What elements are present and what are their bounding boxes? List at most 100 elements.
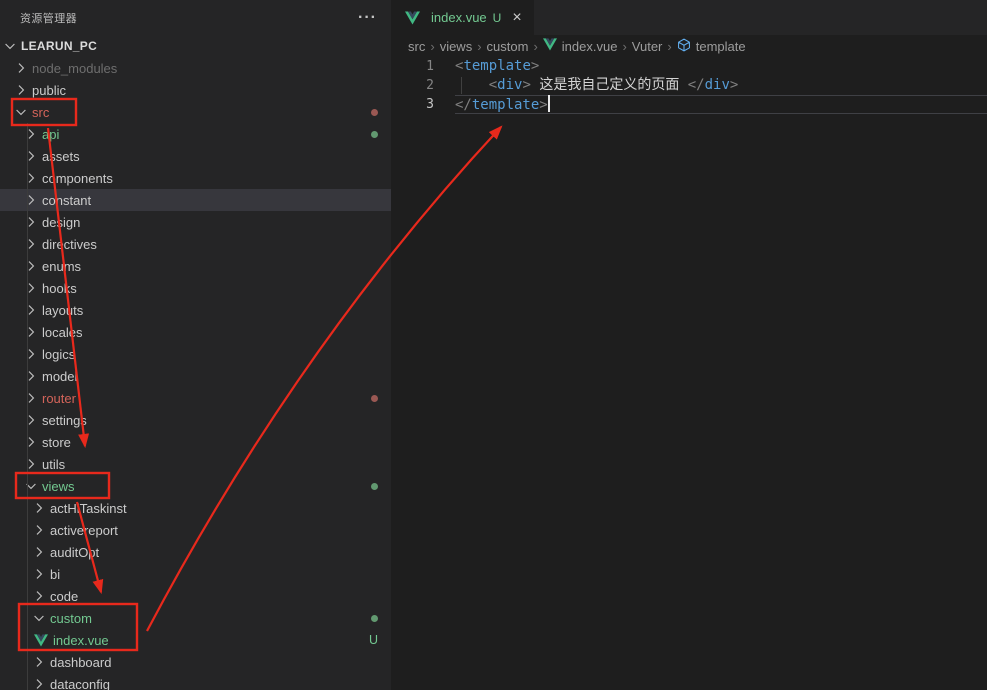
tree-item-label: layouts bbox=[42, 303, 83, 318]
git-status-dot bbox=[371, 395, 378, 402]
tab-filename: index.vue bbox=[431, 10, 487, 25]
git-decoration bbox=[371, 395, 378, 402]
tree-item-settings[interactable]: settings bbox=[0, 409, 391, 431]
tree-item-dataconfig[interactable]: dataconfig bbox=[0, 673, 391, 690]
explorer-header: 资源管理器 ··· bbox=[0, 0, 391, 35]
tree-item-enums[interactable]: enums bbox=[0, 255, 391, 277]
tree-item-dashboard[interactable]: dashboard bbox=[0, 651, 391, 673]
tree-item-label: src bbox=[32, 105, 49, 120]
tree-item-code[interactable]: code bbox=[0, 585, 391, 607]
code-token: div bbox=[497, 77, 522, 93]
tree-item-label: utils bbox=[42, 457, 65, 472]
breadcrumb-label: src bbox=[408, 39, 425, 54]
breadcrumb: src›views›custom›index.vue›Vuter›templat… bbox=[391, 35, 987, 57]
code-line-content: </template> bbox=[455, 95, 987, 114]
chevron-right-icon bbox=[23, 214, 39, 230]
tree-item-public[interactable]: public bbox=[0, 79, 391, 101]
tree-item-label: hooks bbox=[42, 281, 77, 296]
chevron-right-icon bbox=[31, 654, 47, 670]
chevron-right-icon bbox=[31, 544, 47, 560]
chevron-separator-icon: › bbox=[528, 39, 542, 54]
tree-item-locales[interactable]: locales bbox=[0, 321, 391, 343]
chevron-right-icon bbox=[23, 412, 39, 428]
tree-item-label: node_modules bbox=[32, 61, 117, 76]
code-line-2[interactable]: 2 <div> 这是我自己定义的页面 </div> bbox=[391, 76, 987, 95]
tree-item-api[interactable]: api bbox=[0, 123, 391, 145]
tree-item-layouts[interactable]: layouts bbox=[0, 299, 391, 321]
tree-item-node-modules[interactable]: node_modules bbox=[0, 57, 391, 79]
tree-item-views[interactable]: views bbox=[0, 475, 391, 497]
tree-item-bi[interactable]: bi bbox=[0, 563, 391, 585]
tree-root-learun-pc[interactable]: LEARUN_PC bbox=[0, 35, 391, 57]
tree-item-store[interactable]: store bbox=[0, 431, 391, 453]
tree-item-utils[interactable]: utils bbox=[0, 453, 391, 475]
tree-item-label: settings bbox=[42, 413, 87, 428]
git-decoration bbox=[371, 109, 378, 116]
chevron-down-icon bbox=[13, 104, 29, 120]
chevron-right-icon bbox=[23, 456, 39, 472]
chevron-right-icon bbox=[31, 522, 47, 538]
chevron-right-icon bbox=[23, 324, 39, 340]
explorer-title: 资源管理器 bbox=[20, 10, 77, 26]
breadcrumb-item-index-vue[interactable]: index.vue bbox=[543, 38, 618, 54]
tree-item-label: components bbox=[42, 171, 113, 186]
chevron-right-icon bbox=[23, 192, 39, 208]
tree-item-custom[interactable]: custom bbox=[0, 607, 391, 629]
vue-logo-icon bbox=[405, 10, 420, 25]
code-line-content: <template> bbox=[455, 57, 987, 76]
tree-item-auditopt[interactable]: auditOpt bbox=[0, 541, 391, 563]
git-status-dot bbox=[371, 615, 378, 622]
editor-area: index.vue U × src›views›custom›index.vue… bbox=[391, 0, 987, 690]
breadcrumb-item-vuter[interactable]: Vuter bbox=[632, 39, 663, 54]
more-actions-icon[interactable]: ··· bbox=[358, 14, 377, 22]
tree-item-label: constant bbox=[42, 193, 91, 208]
breadcrumb-item-views[interactable]: views bbox=[440, 39, 473, 54]
chevron-right-icon bbox=[23, 390, 39, 406]
code-line-3[interactable]: 3</template> bbox=[391, 95, 987, 114]
chevron-right-icon bbox=[23, 280, 39, 296]
breadcrumb-label: template bbox=[696, 39, 746, 54]
code-token: template bbox=[463, 58, 530, 74]
tree-item-label: index.vue bbox=[53, 633, 109, 648]
chevron-right-icon bbox=[23, 236, 39, 252]
tree-item-label: router bbox=[42, 391, 76, 406]
tree-item-assets[interactable]: assets bbox=[0, 145, 391, 167]
chevron-right-icon bbox=[31, 500, 47, 516]
tree-item-label: activereport bbox=[50, 523, 118, 538]
vue-icon bbox=[543, 38, 557, 54]
tree-item-label: assets bbox=[42, 149, 80, 164]
code-editor[interactable]: 1<template>2 <div> 这是我自己定义的页面 </div>3</t… bbox=[391, 57, 987, 114]
breadcrumb-item-custom[interactable]: custom bbox=[487, 39, 529, 54]
git-status-dot bbox=[371, 109, 378, 116]
breadcrumb-item-src[interactable]: src bbox=[408, 39, 425, 54]
tree-item-components[interactable]: components bbox=[0, 167, 391, 189]
code-token: < bbox=[489, 77, 497, 93]
git-decoration bbox=[371, 615, 378, 622]
git-decoration bbox=[371, 483, 378, 490]
git-decoration: U bbox=[369, 633, 378, 647]
chevron-down-icon bbox=[2, 38, 18, 54]
tree-item-label: bi bbox=[50, 567, 60, 582]
tab-index-vue[interactable]: index.vue U × bbox=[391, 0, 534, 35]
tree-item-activereport[interactable]: activereport bbox=[0, 519, 391, 541]
tree-indent-guide bbox=[27, 123, 28, 690]
tree-item-design[interactable]: design bbox=[0, 211, 391, 233]
code-line-1[interactable]: 1<template> bbox=[391, 57, 987, 76]
git-decoration bbox=[371, 131, 378, 138]
tree-item-src[interactable]: src bbox=[0, 101, 391, 123]
tree-item-acthitaskinst[interactable]: actHiTaskinst bbox=[0, 497, 391, 519]
breadcrumb-item-template[interactable]: template bbox=[677, 38, 746, 55]
tree-item-hooks[interactable]: hooks bbox=[0, 277, 391, 299]
tree-item-router[interactable]: router bbox=[0, 387, 391, 409]
chevron-right-icon bbox=[23, 170, 39, 186]
close-icon[interactable]: × bbox=[512, 10, 521, 26]
tree-item-model[interactable]: model bbox=[0, 365, 391, 387]
tree-item-directives[interactable]: directives bbox=[0, 233, 391, 255]
code-token: > bbox=[730, 77, 738, 93]
chevron-right-icon bbox=[13, 60, 29, 76]
line-number: 2 bbox=[391, 76, 455, 95]
tree-item-label: public bbox=[32, 83, 66, 98]
tree-item-logics[interactable]: logics bbox=[0, 343, 391, 365]
tree-item-index-vue[interactable]: index.vue U bbox=[0, 629, 391, 651]
tree-item-constant[interactable]: constant bbox=[0, 189, 391, 211]
